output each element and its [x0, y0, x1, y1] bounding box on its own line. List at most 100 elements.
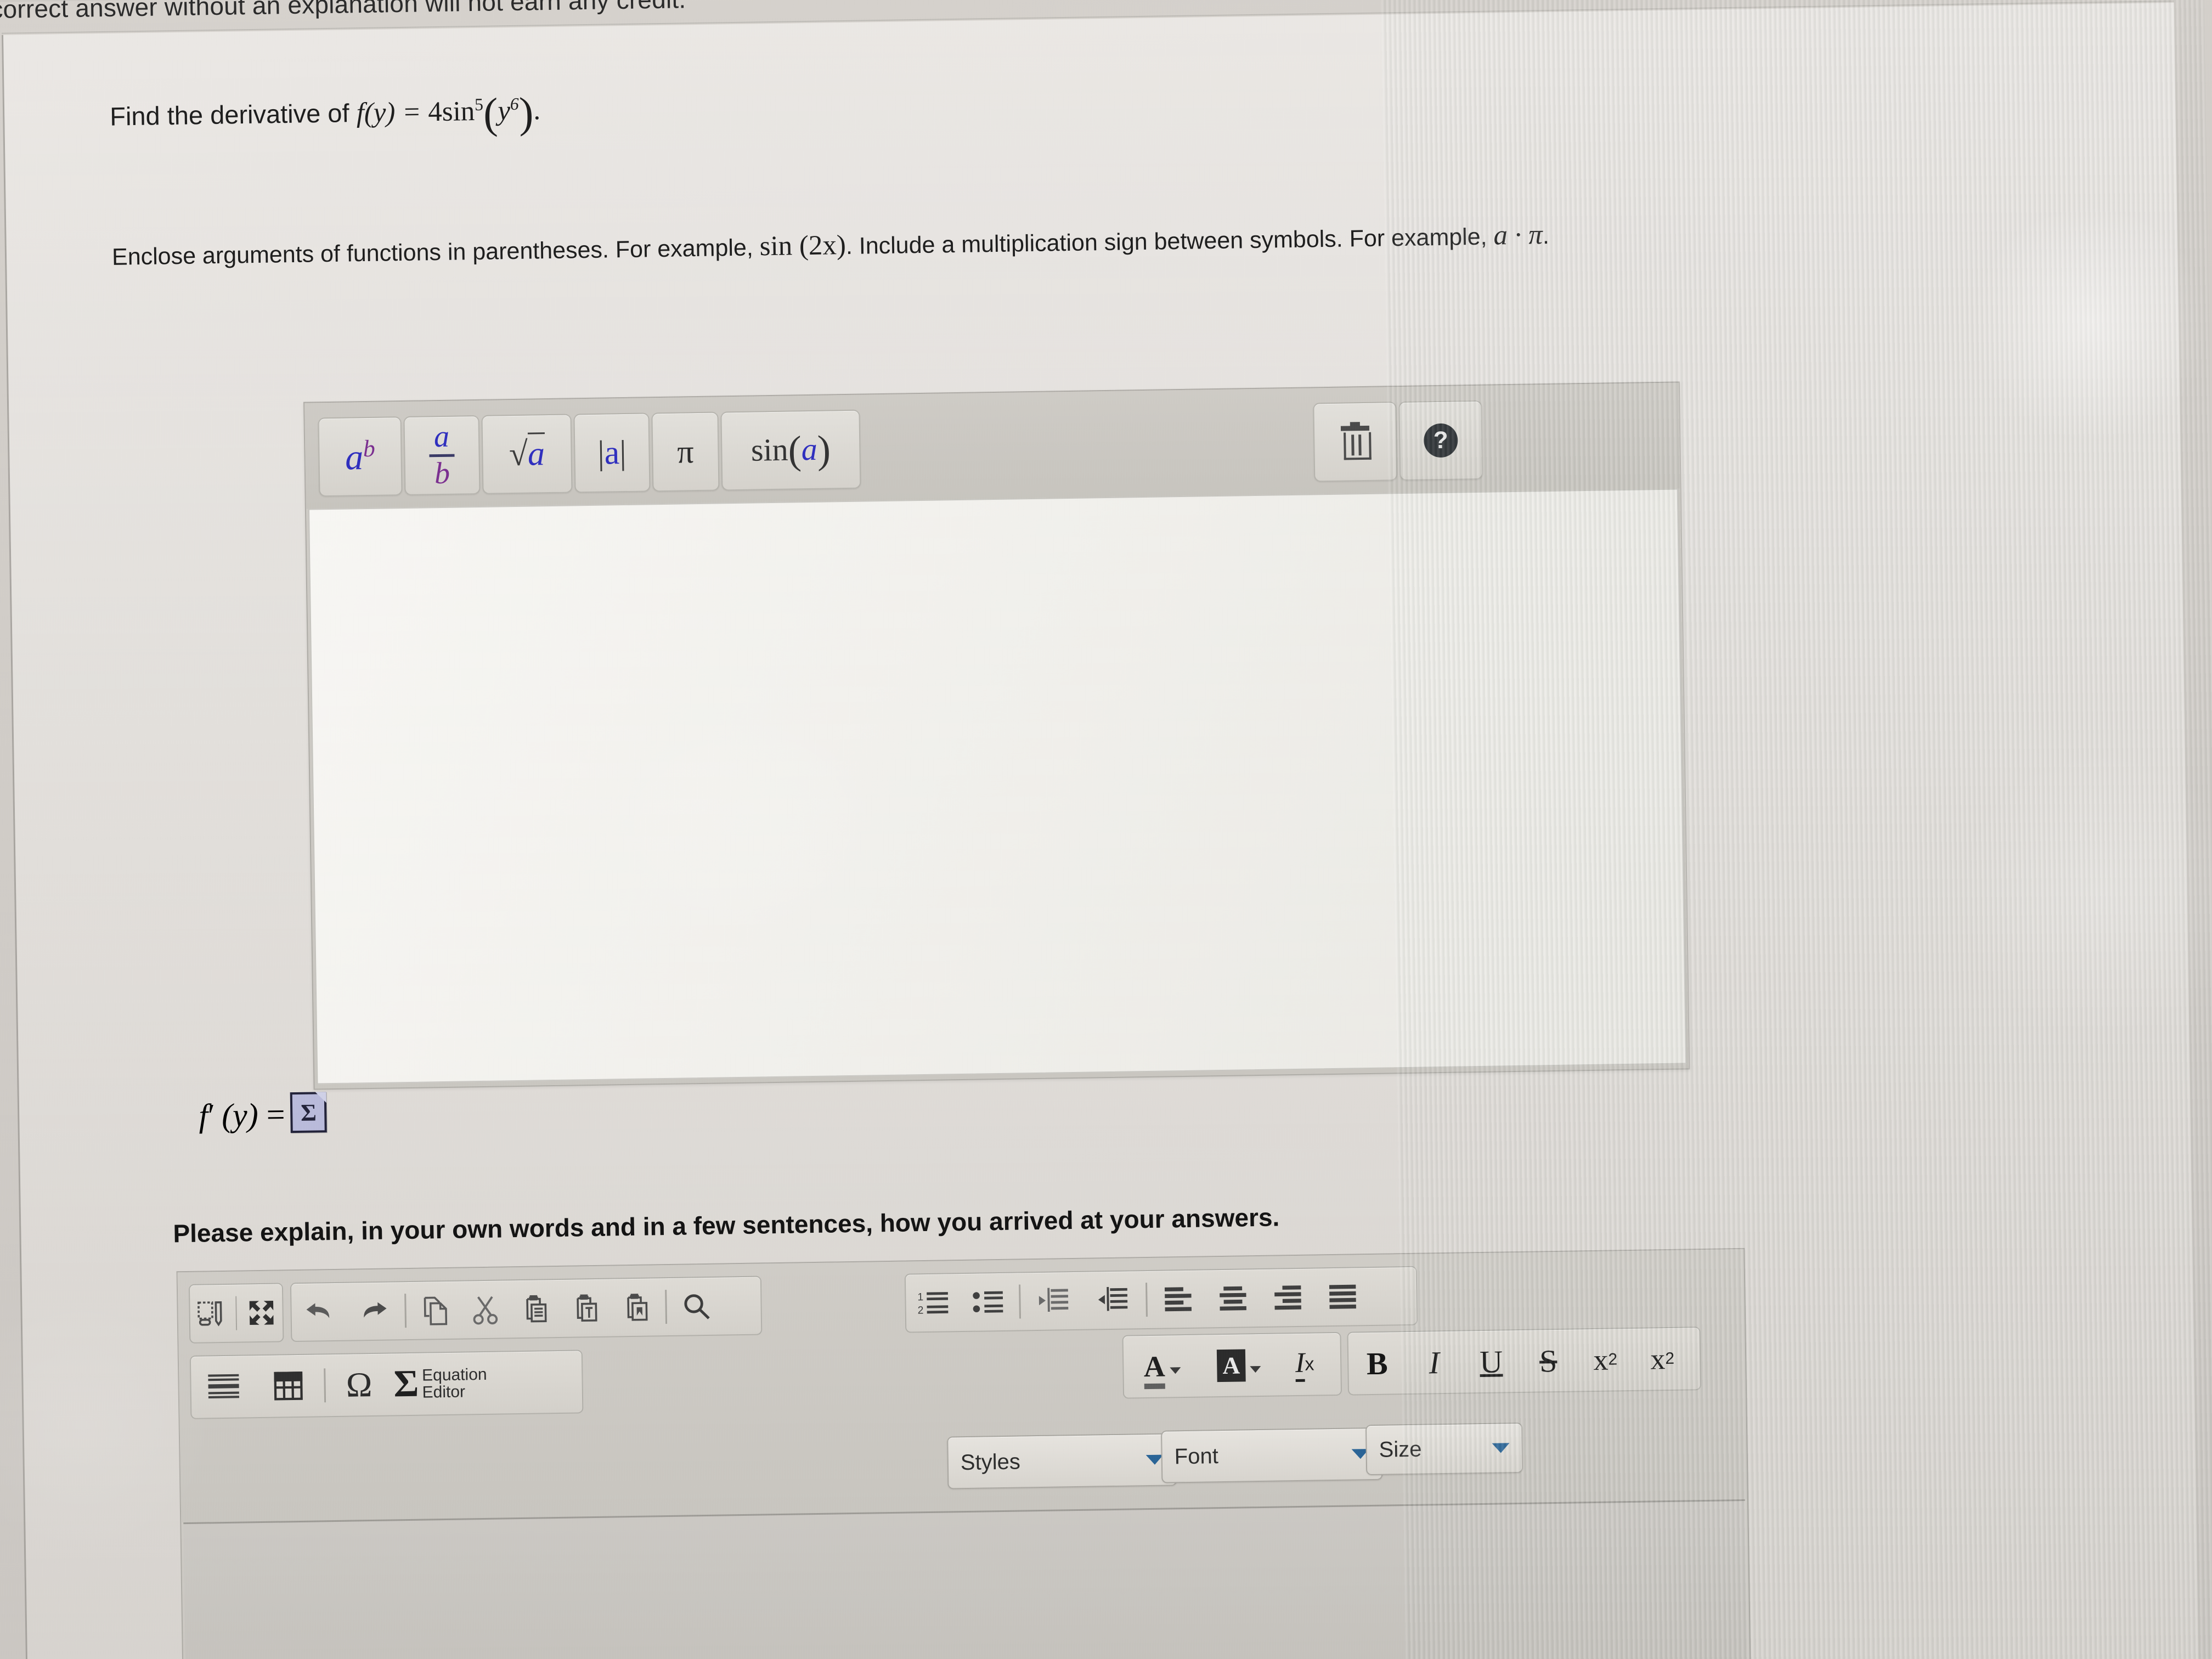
align-left-icon[interactable]	[1150, 1270, 1206, 1328]
answer-f: f	[198, 1097, 208, 1134]
toolbar-separator	[665, 1290, 668, 1324]
cut-icon[interactable]	[460, 1280, 511, 1338]
superscript-x: x	[1650, 1342, 1666, 1376]
instructions-example-1-text: sin (2x)	[759, 229, 847, 262]
background-color-icon[interactable]: A	[1200, 1334, 1278, 1397]
text-color-icon[interactable]: A	[1123, 1335, 1201, 1398]
banner-text-left: correct answer without an explanation wi…	[0, 0, 686, 24]
redo-icon[interactable]	[346, 1282, 402, 1340]
size-dropdown[interactable]: Size	[1365, 1422, 1523, 1476]
sine-arg: a	[801, 431, 818, 467]
align-center-icon[interactable]	[1205, 1269, 1261, 1327]
remove-format-icon[interactable]: Ix	[1277, 1333, 1333, 1395]
math-button-pi[interactable]: π	[651, 411, 720, 492]
answer-arg: (y)	[221, 1097, 259, 1134]
text-color-letter: A	[1143, 1350, 1166, 1384]
subscript-button[interactable]: x2	[1576, 1329, 1634, 1391]
sine-fn: sin	[751, 431, 789, 468]
formula-inner-power: 6	[510, 94, 519, 114]
math-clear-button[interactable]	[1313, 402, 1398, 482]
question-formula: f(y) = 4sin5(y6).	[356, 89, 541, 138]
toolbar-separator	[1019, 1284, 1021, 1319]
formula-f: f	[356, 97, 365, 128]
horizontal-rule-icon[interactable]	[191, 1356, 257, 1418]
paste-icon[interactable]	[510, 1280, 562, 1338]
math-button-fraction[interactable]: a b	[403, 415, 481, 495]
justify-icon[interactable]	[1315, 1268, 1371, 1325]
instructions-end: .	[1542, 222, 1550, 250]
sine-glyph: sin(a)	[751, 426, 831, 473]
math-button-absolute-value[interactable]: |a|	[573, 413, 651, 493]
abs-right-bar: |	[619, 433, 627, 471]
toolbar-separator	[1146, 1283, 1148, 1317]
bulleted-list-icon[interactable]	[961, 1273, 1017, 1331]
maximize-icon[interactable]	[240, 1284, 283, 1341]
copy-icon[interactable]	[409, 1282, 461, 1339]
formula-inner-base: y	[498, 95, 511, 127]
bg-color-letter: A	[1216, 1348, 1246, 1382]
rte-body[interactable]	[183, 1499, 1748, 1659]
paste-text-icon[interactable]	[561, 1279, 612, 1337]
fraction-numerator: a	[433, 420, 450, 454]
bold-button[interactable]: B	[1348, 1332, 1406, 1395]
power-exponent: b	[363, 435, 376, 462]
rte-group-insert: Ω Σ Equation Editor	[189, 1350, 584, 1419]
question-prompt-text: Find the derivative of	[109, 98, 349, 131]
instructions-example-1: sin (2x)	[759, 230, 846, 262]
toolbar-separator	[324, 1368, 326, 1403]
numbered-list-icon[interactable]: 1 2	[906, 1274, 962, 1331]
math-equation-editor: ab a b √a |a| π sin(a) ?	[303, 381, 1690, 1090]
paste-word-icon[interactable]	[611, 1278, 663, 1336]
rte-group-edit	[290, 1276, 763, 1342]
rte-group-paragraph: 1 2	[904, 1266, 1418, 1333]
subscript-index: 2	[1608, 1350, 1618, 1369]
chevron-down-icon[interactable]	[1250, 1365, 1261, 1373]
equation-answer-icon[interactable]: Σ	[290, 1092, 328, 1133]
rte-group-style: B I U S x2 x2	[1347, 1327, 1702, 1396]
math-help-button[interactable]: ?	[1398, 400, 1483, 481]
answer-prime: ′	[207, 1097, 216, 1134]
source-icon[interactable]	[190, 1285, 233, 1342]
align-right-icon[interactable]	[1260, 1268, 1316, 1326]
fraction-denominator: b	[434, 456, 450, 490]
svg-text:2: 2	[918, 1305, 924, 1316]
math-answer-canvas[interactable]	[308, 488, 1687, 1085]
table-icon[interactable]	[256, 1355, 321, 1417]
find-icon[interactable]	[670, 1278, 723, 1335]
power-glyph: ab	[345, 435, 376, 478]
radicand: a	[527, 432, 545, 473]
formula-period: .	[533, 94, 541, 126]
styles-dropdown-label: Styles	[960, 1449, 1021, 1475]
browser-screen: correct answer without an explanation wi…	[0, 0, 2212, 1659]
math-palette-toolbar: ab a b √a |a| π sin(a) ?	[304, 382, 1680, 509]
radical-sign: √	[509, 435, 528, 473]
trash-icon	[1340, 422, 1372, 460]
special-char-icon[interactable]: Ω	[329, 1354, 390, 1417]
formula-trig-power: 5	[474, 94, 484, 114]
outdent-icon[interactable]	[1024, 1272, 1084, 1330]
formula-arg: (y) =	[364, 97, 421, 128]
underline-button[interactable]: U	[1462, 1330, 1520, 1393]
pi-glyph: π	[676, 433, 695, 470]
font-dropdown[interactable]: Font	[1161, 1427, 1383, 1483]
undo-icon[interactable]	[291, 1283, 347, 1341]
math-button-sine[interactable]: sin(a)	[720, 409, 861, 491]
formula-trig: sin	[442, 95, 475, 127]
equation-editor-button[interactable]: Σ Equation Editor	[389, 1352, 532, 1415]
indent-icon[interactable]	[1083, 1271, 1143, 1329]
superscript-button[interactable]: x2	[1633, 1328, 1691, 1390]
formula-coefficient: 4	[427, 96, 443, 128]
chevron-down-icon[interactable]	[1169, 1367, 1181, 1374]
answer-equals: =	[266, 1096, 286, 1133]
text-color-swatch	[1144, 1383, 1165, 1390]
math-button-square-root[interactable]: √a	[481, 414, 573, 494]
sigma-icon: Σ	[393, 1362, 419, 1406]
math-button-power[interactable]: ab	[318, 416, 403, 497]
power-base: a	[345, 437, 364, 478]
italic-button[interactable]: I	[1405, 1331, 1463, 1394]
strikethrough-button[interactable]: S	[1519, 1329, 1577, 1392]
styles-dropdown[interactable]: Styles	[947, 1433, 1177, 1489]
sine-open-paren: (	[788, 427, 802, 472]
abs-operand: a	[604, 433, 620, 472]
assignment-page: correct answer without an explanation wi…	[0, 0, 2199, 1659]
